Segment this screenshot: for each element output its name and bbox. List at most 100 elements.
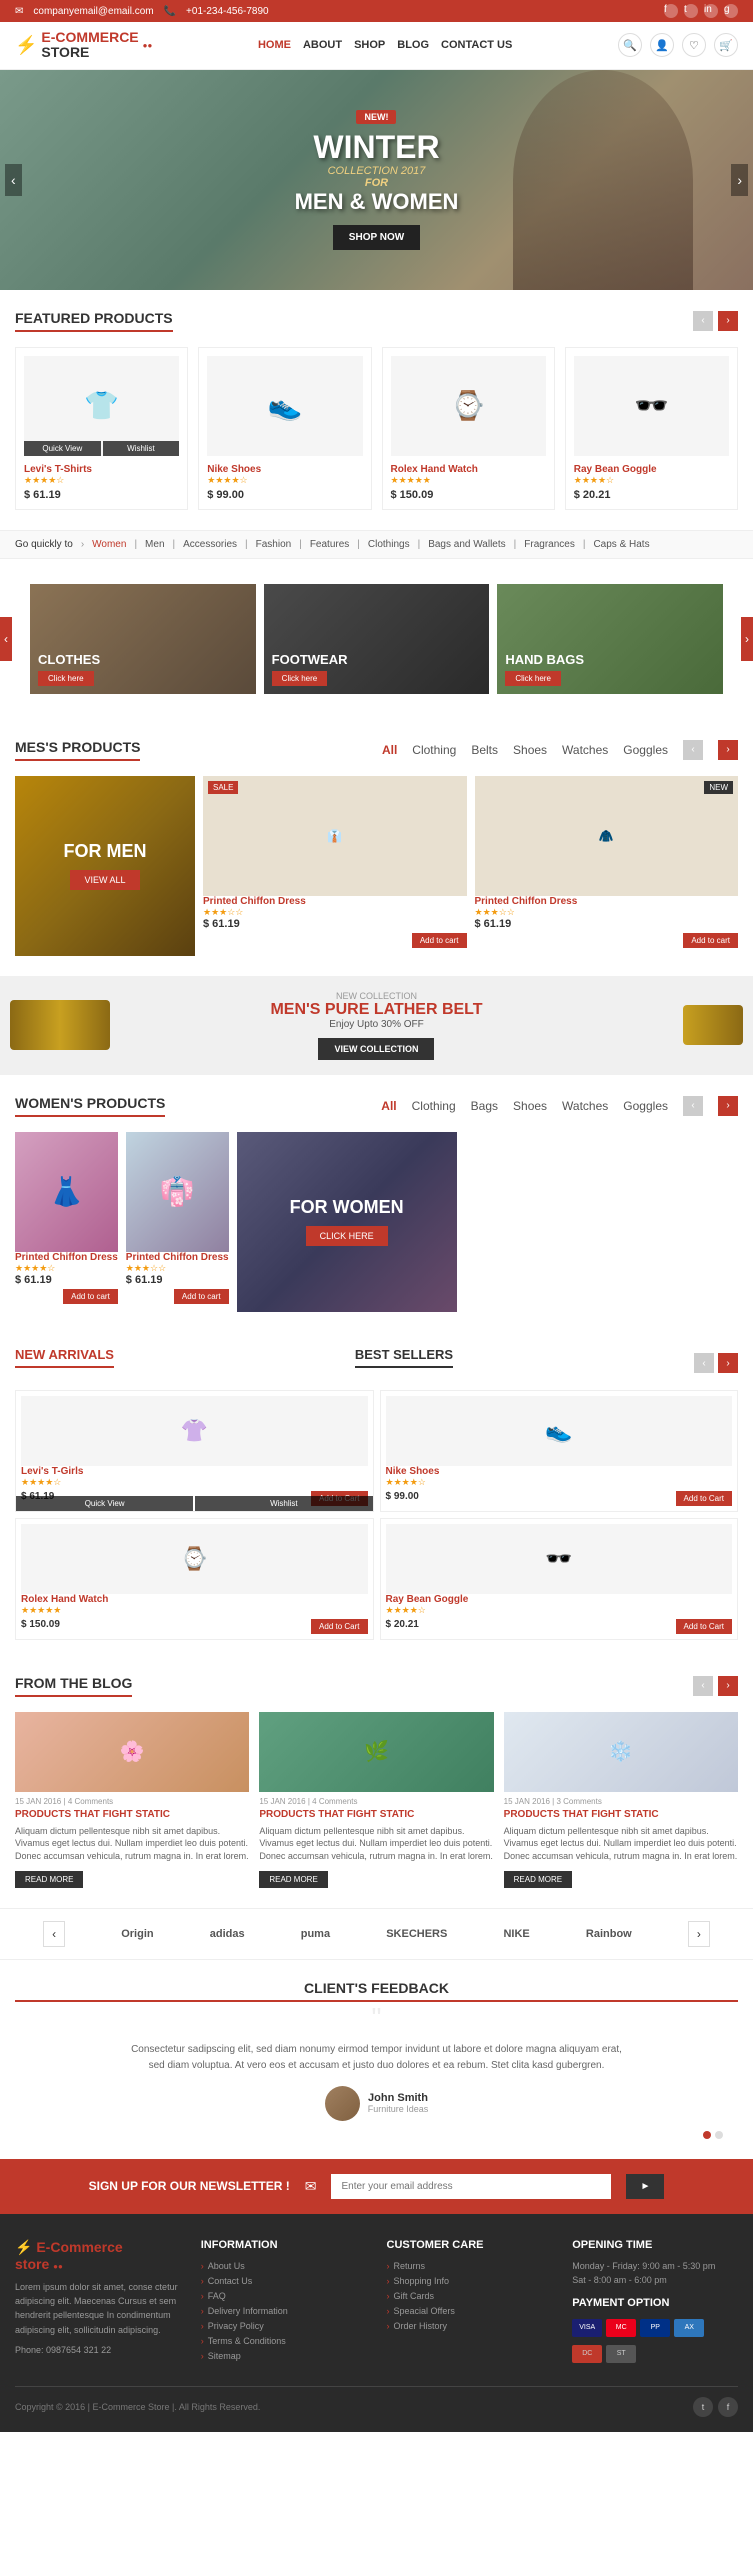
cat-nav-accessories[interactable]: Accessories	[183, 539, 237, 550]
arrivals-prev-button[interactable]: ‹	[694, 1353, 714, 1373]
womens-filter-all[interactable]: All	[381, 1099, 396, 1113]
mens-prev-button[interactable]: ‹	[683, 740, 703, 760]
opening-time-2: Sat - 8:00 am - 6:00 pm	[572, 2275, 738, 2285]
search-icon[interactable]: 🔍	[618, 33, 642, 57]
brands-prev-button[interactable]: ‹	[43, 1921, 65, 1947]
facebook-icon[interactable]: f	[664, 4, 678, 18]
footer-link-terms[interactable]: Terms & Conditions	[201, 2336, 367, 2346]
arrival-wishlist-1[interactable]: Wishlist	[195, 1496, 372, 1511]
mens-filter-clothing[interactable]: Clothing	[412, 743, 456, 757]
footer-link-about[interactable]: About Us	[201, 2261, 367, 2271]
brand-skechers[interactable]: SKECHERS	[386, 1928, 447, 1940]
footer-link-privacy[interactable]: Privacy Policy	[201, 2321, 367, 2331]
cat-nav-bags[interactable]: Bags and Wallets	[428, 539, 505, 550]
womens-filter-watches[interactable]: Watches	[562, 1099, 608, 1113]
brands-next-button[interactable]: ›	[688, 1921, 710, 1947]
mens-add-to-cart-2[interactable]: Add to cart	[683, 933, 738, 948]
mens-view-all-button[interactable]: VIEW ALL	[70, 870, 139, 890]
footer-link-delivery[interactable]: Delivery Information	[201, 2306, 367, 2316]
hero-shop-now-button[interactable]: SHOP NOW	[333, 225, 420, 250]
footer-link-orders[interactable]: Order History	[387, 2321, 553, 2331]
cat-card-handbags-btn[interactable]: Click here	[505, 671, 561, 686]
heart-icon[interactable]: ♡	[682, 33, 706, 57]
cat-nav-features[interactable]: Features	[310, 539, 349, 550]
brand-adidas[interactable]: adidas	[210, 1928, 245, 1940]
mens-filter-all[interactable]: All	[382, 743, 397, 757]
brand-puma[interactable]: puma	[301, 1928, 330, 1940]
twitter-icon[interactable]: t	[684, 4, 698, 18]
brand-nike[interactable]: NIKE	[503, 1928, 529, 1940]
dot-1[interactable]	[703, 2131, 711, 2139]
instagram-icon[interactable]: in	[704, 4, 718, 18]
mens-filter-belts[interactable]: Belts	[471, 743, 498, 757]
cat-nav-fashion[interactable]: Fashion	[256, 539, 292, 550]
hero-next-button[interactable]: ›	[731, 164, 748, 196]
blog-read-more-2[interactable]: READ MORE	[259, 1871, 327, 1888]
womens-next-button[interactable]: ›	[718, 1096, 738, 1116]
nav-blog[interactable]: BLOG	[397, 39, 429, 51]
wishlist-button[interactable]: Wishlist	[103, 441, 180, 456]
mens-filter-shoes[interactable]: Shoes	[513, 743, 547, 757]
brand-origin[interactable]: Origin	[121, 1928, 153, 1940]
quick-view-button[interactable]: Quick View	[24, 441, 101, 456]
featured-prev-button[interactable]: ‹	[693, 311, 713, 331]
newsletter-submit-button[interactable]: ►	[626, 2174, 664, 2199]
arrival-cart-2[interactable]: Add to Cart	[676, 1491, 732, 1506]
blog-next-button[interactable]: ›	[718, 1676, 738, 1696]
cat-nav-women[interactable]: Women	[92, 539, 126, 550]
email-icon-newsletter: ✉	[305, 2178, 317, 2195]
nav-about[interactable]: ABOUT	[303, 39, 342, 51]
cat-cards-next-button[interactable]: ›	[741, 617, 753, 661]
mens-filter-goggles[interactable]: Goggles	[623, 743, 668, 757]
hero-prev-button[interactable]: ‹	[5, 164, 22, 196]
nav-contact[interactable]: CONTACT US	[441, 39, 512, 51]
footer-twitter-icon[interactable]: t	[693, 2397, 713, 2417]
footer-link-sitemap[interactable]: Sitemap	[201, 2351, 367, 2361]
email-icon: ✉	[15, 6, 23, 17]
arrivals-next-button[interactable]: ›	[718, 1353, 738, 1373]
arrival-cart-3[interactable]: Add to Cart	[311, 1619, 367, 1634]
womens-filter-goggles[interactable]: Goggles	[623, 1099, 668, 1113]
cat-nav-caps[interactable]: Caps & Hats	[593, 539, 649, 550]
womens-click-here-button[interactable]: CLICK HERE	[306, 1226, 388, 1246]
footer-link-shopping[interactable]: Shopping Info	[387, 2276, 553, 2286]
blog-read-more-3[interactable]: READ MORE	[504, 1871, 572, 1888]
mens-next-button[interactable]: ›	[718, 740, 738, 760]
cat-nav-clothings[interactable]: Clothings	[368, 539, 410, 550]
womens-title: WOMEN'S PRODUCTS	[15, 1095, 165, 1117]
mens-filter-watches[interactable]: Watches	[562, 743, 608, 757]
womens-filter-bags[interactable]: Bags	[471, 1099, 498, 1113]
footer-link-gifts[interactable]: Gift Cards	[387, 2291, 553, 2301]
featured-next-button[interactable]: ›	[718, 311, 738, 331]
mens-add-to-cart-1[interactable]: Add to cart	[412, 933, 467, 948]
belt-view-button[interactable]: VIEW COLLECTION	[318, 1038, 434, 1060]
google-icon[interactable]: g	[724, 4, 738, 18]
footer-link-contact[interactable]: Contact Us	[201, 2276, 367, 2286]
womens-add-to-cart-2[interactable]: Add to cart	[174, 1289, 229, 1304]
cat-nav-fragrances[interactable]: Fragrances	[524, 539, 575, 550]
womens-add-to-cart-1[interactable]: Add to cart	[63, 1289, 118, 1304]
womens-filter-shoes[interactable]: Shoes	[513, 1099, 547, 1113]
nav-shop[interactable]: SHOP	[354, 39, 385, 51]
cat-card-clothes-btn[interactable]: Click here	[38, 671, 94, 686]
womens-prev-button[interactable]: ‹	[683, 1096, 703, 1116]
blog-prev-button[interactable]: ‹	[693, 1676, 713, 1696]
blog-read-more-1[interactable]: READ MORE	[15, 1871, 83, 1888]
dot-2[interactable]	[715, 2131, 723, 2139]
cat-card-footwear-btn[interactable]: Click here	[272, 671, 328, 686]
nav-home[interactable]: HOME	[258, 39, 291, 51]
footer-link-faq[interactable]: FAQ	[201, 2291, 367, 2301]
user-icon[interactable]: 👤	[650, 33, 674, 57]
footer-logo-icon: ⚡	[15, 2239, 32, 2255]
arrival-quickview-1[interactable]: Quick View	[16, 1496, 193, 1511]
cat-cards-prev-button[interactable]: ‹	[0, 617, 12, 661]
brand-rainbow[interactable]: Rainbow	[586, 1928, 632, 1940]
footer-link-offers[interactable]: Speacial Offers	[387, 2306, 553, 2316]
arrival-cart-4[interactable]: Add to Cart	[676, 1619, 732, 1634]
cat-nav-men[interactable]: Men	[145, 539, 164, 550]
footer-facebook-icon[interactable]: f	[718, 2397, 738, 2417]
footer-link-returns[interactable]: Returns	[387, 2261, 553, 2271]
womens-filter-clothing[interactable]: Clothing	[412, 1099, 456, 1113]
newsletter-input[interactable]	[331, 2174, 611, 2199]
cart-icon[interactable]: 🛒	[714, 33, 738, 57]
